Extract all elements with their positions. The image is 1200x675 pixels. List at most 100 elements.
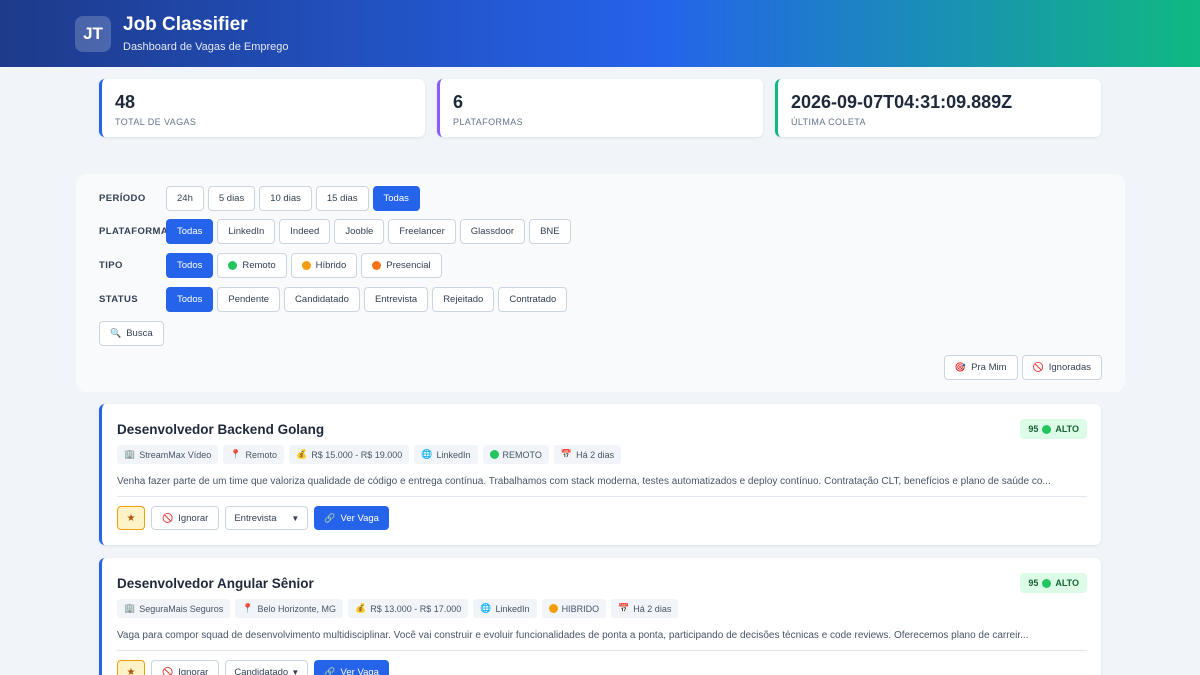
type-presencial[interactable]: Presencial [361, 253, 442, 278]
orange-circle-icon [372, 261, 382, 270]
job-card: Desenvolvedor Angular Sênior 95 ALTO 🏢 Se… [99, 558, 1101, 675]
view-job-label: Ver Vaga [340, 512, 379, 524]
app-subtitle: Dashboard de Vagas de Emprego [123, 41, 289, 53]
status-contratado[interactable]: Contratado [498, 287, 568, 312]
period-24h[interactable]: 24h [166, 186, 204, 211]
filter-row-platform: PLATAFORMA Todas LinkedIn Indeed Jooble … [99, 219, 575, 244]
pra-mim-button[interactable]: 🎯 Pra Mim [943, 355, 1018, 380]
quick-filters: 🎯 Pra Mim 🚫 Ignoradas [943, 355, 1102, 380]
status-select[interactable]: Candidatado ▼ [225, 660, 309, 675]
filter-label-platform: PLATAFORMA [99, 226, 169, 237]
posted-text: Há 2 dias [633, 603, 672, 614]
chip-label: Remoto [242, 260, 276, 271]
search-button[interactable]: 🔍 Busca [99, 321, 164, 346]
divider [117, 496, 1087, 497]
period-15-dias[interactable]: 15 dias [315, 186, 369, 211]
status-select-value: Candidatado [234, 666, 289, 675]
job-tags: 🏢 SeguraMais Seguros 📍 Belo Horizonte, MG … [117, 599, 679, 618]
status-select[interactable]: Entrevista ▼ [225, 506, 309, 530]
prohibited-icon: 🚫 [162, 666, 174, 675]
calendar-icon: 📅 [618, 603, 630, 613]
platform-todas[interactable]: Todas [166, 219, 214, 244]
salary-text: R$ 13.000 - R$ 17.000 [370, 603, 462, 614]
chip-label: Presencial [386, 260, 431, 271]
green-circle-icon [228, 261, 238, 270]
status-candidatado[interactable]: Candidatado [284, 287, 360, 312]
filters-panel: PERÍODO 24h 5 dias 10 dias 15 dias Todas… [76, 174, 1125, 392]
score-level: ALTO [1055, 424, 1079, 434]
ignore-button[interactable]: 🚫 Ignorar [151, 660, 220, 675]
green-circle-icon [489, 450, 499, 459]
company-tag: 🏢 SeguraMais Seguros [117, 599, 231, 618]
work-type-tag: HIBRIDO [541, 599, 607, 618]
chip-label: Todos [177, 260, 203, 271]
job-actions: ★ 🚫 Ignorar Entrevista ▼ 🔗 Ver Vaga [117, 506, 389, 530]
filter-label-period: PERÍODO [99, 193, 146, 204]
posted-tag: 📅 Há 2 dias [553, 445, 622, 464]
salary-tag: 💰 R$ 13.000 - R$ 17.000 [348, 599, 469, 618]
company-name: StreamMax Vídeo [139, 449, 212, 460]
app-logo: JT [75, 15, 111, 52]
stat-value: 6 [453, 92, 464, 112]
stat-card-platforms: 6 PLATAFORMAS [437, 79, 763, 137]
yellow-circle-icon [301, 261, 311, 270]
job-description: Venha fazer parte de um time que valoriz… [117, 476, 1051, 487]
status-entrevista[interactable]: Entrevista [363, 287, 429, 312]
work-type-tag: REMOTO [482, 445, 549, 464]
link-icon: 🔗 [324, 666, 336, 675]
filter-row-type: TIPO Todos Remoto Híbrido Presencial [99, 253, 446, 278]
pra-mim-label: Pra Mim [971, 362, 1007, 373]
globe-icon: 🌐 [480, 603, 492, 613]
score-value: 95 [1028, 578, 1039, 588]
status-pendente[interactable]: Pendente [217, 287, 281, 312]
platform-jooble[interactable]: Jooble [334, 219, 385, 244]
divider [117, 650, 1087, 651]
period-10-dias[interactable]: 10 dias [259, 186, 312, 211]
stat-card-total: 48 TOTAL DE VAGAS [99, 79, 425, 137]
stat-card-last-scrape: 2026-09-07T04:31:09.889Z ÚLTIMA COLETA [775, 79, 1101, 137]
platform-linkedin[interactable]: LinkedIn [217, 219, 276, 244]
platform-glassdoor[interactable]: Glassdoor [459, 219, 526, 244]
platform-freelancer[interactable]: Freelancer [388, 219, 456, 244]
favorite-button[interactable]: ★ [117, 660, 145, 675]
favorite-button[interactable]: ★ [117, 506, 145, 530]
type-todos[interactable]: Todos [166, 253, 214, 278]
prohibited-icon: 🚫 [162, 512, 174, 523]
location-tag: 📍 Belo Horizonte, MG [235, 599, 344, 618]
filter-row-status: STATUS Todos Pendente Candidatado Entrev… [99, 287, 571, 312]
score-badge: 95 ALTO [1020, 419, 1087, 439]
period-5-dias[interactable]: 5 dias [207, 186, 256, 211]
posted-text: Há 2 dias [576, 449, 615, 460]
filter-row-period: PERÍODO 24h 5 dias 10 dias 15 dias Todas [99, 186, 424, 211]
type-hibrido[interactable]: Híbrido [290, 253, 358, 278]
work-type-text: HIBRIDO [561, 603, 600, 614]
platform-bne[interactable]: BNE [529, 219, 571, 244]
job-tags: 🏢 StreamMax Vídeo 📍 Remoto 💰 R$ 15.000 - R$… [117, 445, 622, 464]
pin-icon: 📍 [230, 449, 242, 459]
salary-tag: 💰 R$ 15.000 - R$ 19.000 [288, 445, 410, 464]
platform-indeed[interactable]: Indeed [279, 219, 331, 244]
platform-text: LinkedIn [436, 449, 471, 460]
yellow-circle-icon [548, 604, 558, 613]
job-title: Desenvolvedor Angular Sênior [117, 576, 314, 591]
period-todas[interactable]: Todas [372, 186, 420, 211]
globe-icon: 🌐 [421, 449, 433, 459]
link-icon: 🔗 [324, 512, 336, 523]
view-job-button[interactable]: 🔗 Ver Vaga [314, 660, 389, 675]
score-value: 95 [1028, 424, 1039, 434]
pin-icon: 📍 [242, 603, 254, 613]
type-remoto[interactable]: Remoto [217, 253, 287, 278]
ignore-button[interactable]: 🚫 Ignorar [151, 506, 220, 530]
status-todos[interactable]: Todos [166, 287, 214, 312]
calendar-icon: 📅 [560, 449, 573, 459]
prohibited-icon: 🚫 [1032, 362, 1044, 372]
search-label: Busca [126, 328, 153, 339]
status-rejeitado[interactable]: Rejeitado [432, 287, 495, 312]
ignoradas-button[interactable]: 🚫 Ignoradas [1021, 355, 1102, 380]
posted-tag: 📅 Há 2 dias [611, 599, 679, 618]
stat-label: TOTAL DE VAGAS [115, 117, 197, 127]
location-text: Remoto [245, 449, 277, 460]
company-name: SeguraMais Seguros [139, 603, 224, 614]
view-job-button[interactable]: 🔗 Ver Vaga [314, 506, 389, 530]
job-title: Desenvolvedor Backend Golang [117, 422, 325, 437]
